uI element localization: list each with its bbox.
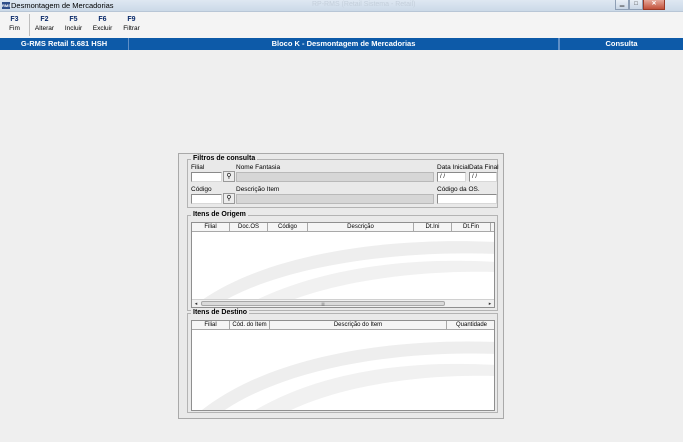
close-button[interactable]: ✕: [643, 0, 665, 10]
toolbar-button-fim[interactable]: F3 Fim: [0, 12, 29, 38]
origem-group-title: Itens de Origem: [191, 211, 248, 218]
toolbar-label: Alterar: [34, 25, 55, 32]
shortcut-key: F3: [10, 16, 19, 23]
toolbar-button-excluir[interactable]: F6 Excluir: [88, 12, 117, 38]
data-inicial-field[interactable]: / /: [437, 172, 466, 182]
descricao-item-label: Descrição Item: [236, 186, 280, 193]
query-panel: Filtros de consulta Filial ⚲ Nome Fantas…: [178, 153, 504, 419]
codigo-label: Código: [191, 186, 212, 193]
binoculars-icon[interactable]: ⚲: [223, 193, 235, 204]
nome-fantasia-label: Nome Fantasia: [236, 164, 281, 171]
column-header[interactable]: Doc.OS: [230, 223, 268, 231]
column-header[interactable]: t: [491, 223, 494, 231]
window-caption-faded: RP-RMS (Retail Sistema - Retail): [312, 1, 416, 8]
shortcut-key: F9: [127, 16, 136, 23]
codigo-field[interactable]: [191, 194, 222, 204]
shortcut-key: F2: [40, 16, 49, 23]
filial-field[interactable]: [191, 172, 222, 182]
horizontal-scrollbar[interactable]: ◂ ||| ▸: [192, 299, 494, 307]
destino-grid-header: Filial Cód. do Item Descrição do Item Qu…: [192, 321, 494, 330]
origem-grid-header: Filial Doc.OS Código Descrição Dt.Ini Dt…: [192, 223, 494, 232]
toolbar-label: Filtrar: [123, 25, 140, 32]
screen-title: Bloco K - Desmontagem de Mercadorias: [129, 38, 559, 50]
shortcut-key: F5: [69, 16, 78, 23]
status-band: G-RMS Retail 5.681 HSH Bloco K - Desmont…: [0, 38, 683, 50]
scroll-right-icon[interactable]: ▸: [486, 300, 494, 307]
toolbar-button-incluir[interactable]: F5 Incluir: [59, 12, 88, 38]
column-header[interactable]: Dt.Ini: [414, 223, 452, 231]
window-controls: ▁ □ ✕: [615, 0, 665, 10]
column-header[interactable]: Filial: [192, 321, 230, 329]
destino-group-title: Itens de Destino: [191, 309, 250, 316]
column-header[interactable]: Filial: [192, 223, 230, 231]
descricao-item-field: [236, 194, 434, 204]
binoculars-icon[interactable]: ⚲: [223, 171, 235, 182]
toolbar-button-filtrar[interactable]: F9 Filtrar: [117, 12, 146, 38]
column-header[interactable]: Dt.Fin: [452, 223, 491, 231]
window-title: Desmontagem de Mercadorias: [11, 1, 114, 10]
watermark-swoosh: [202, 241, 494, 302]
filters-group-title: Filtros de consulta: [191, 155, 258, 162]
filial-label: Filial: [191, 164, 205, 171]
column-header[interactable]: Descrição do Item: [270, 321, 447, 329]
destino-group: Itens de Destino Filial Cód. do Item Des…: [187, 309, 498, 413]
scroll-left-icon[interactable]: ◂: [192, 300, 200, 307]
toolbar-label: Incluir: [64, 25, 83, 32]
data-final-label: Data Final: [469, 164, 499, 171]
origem-grid[interactable]: Filial Doc.OS Código Descrição Dt.Ini Dt…: [191, 222, 495, 308]
toolbar-label: Fim: [9, 25, 20, 32]
toolbar-label: Excluir: [92, 25, 113, 32]
system-version: G-RMS Retail 5.681 HSH: [0, 38, 129, 50]
scroll-thumb[interactable]: |||: [201, 301, 445, 306]
app-icon: RMS: [2, 2, 11, 9]
column-header[interactable]: Quantidade: [447, 321, 494, 329]
column-header[interactable]: Descrição: [308, 223, 414, 231]
minimize-button[interactable]: ▁: [615, 0, 629, 10]
maximize-button[interactable]: □: [629, 0, 643, 10]
destino-grid[interactable]: Filial Cód. do Item Descrição do Item Qu…: [191, 320, 495, 411]
filters-group: Filtros de consulta Filial ⚲ Nome Fantas…: [187, 155, 499, 208]
nome-fantasia-field: [236, 172, 434, 182]
origem-group: Itens de Origem Filial Doc.OS Código Des…: [187, 211, 498, 311]
title-bar: RMS Desmontagem de Mercadorias RP-RMS (R…: [0, 0, 683, 12]
toolbar: F3 Fim F2 Alterar F5 Incluir F6 Excluir …: [0, 12, 683, 38]
codigo-os-label: Código da OS.: [437, 186, 480, 193]
toolbar-button-alterar[interactable]: F2 Alterar: [30, 12, 59, 38]
mode-indicator: Consulta: [559, 38, 683, 50]
watermark-swoosh: [202, 341, 494, 410]
data-inicial-label: Data Inicial: [437, 164, 470, 171]
shortcut-key: F6: [98, 16, 107, 23]
column-header[interactable]: Código: [268, 223, 308, 231]
data-final-field[interactable]: / /: [469, 172, 497, 182]
column-header[interactable]: Cód. do Item: [230, 321, 270, 329]
codigo-os-field[interactable]: [437, 194, 497, 204]
